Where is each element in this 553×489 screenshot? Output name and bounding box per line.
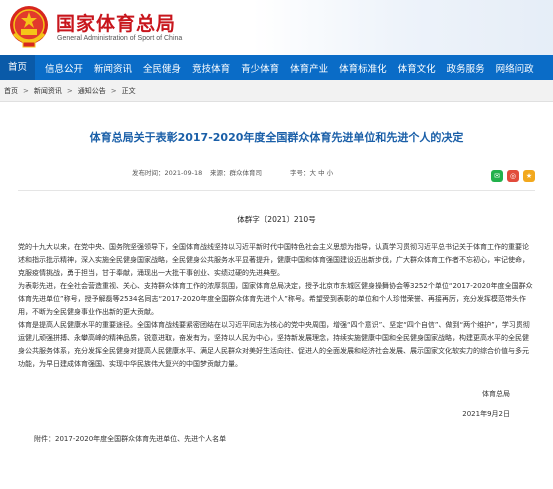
document-number: 体群字〔2021〕210号	[237, 215, 316, 224]
breadcrumb-notices[interactable]: 通知公告	[78, 86, 106, 96]
nav-item-sports-culture[interactable]: 体育文化	[398, 61, 436, 75]
article-paragraph: 党的十九大以来，在党中央、国务院坚强领导下，全国体育战线坚持以习近平新时代中国特…	[18, 243, 529, 277]
breadcrumb-current: 正文	[121, 86, 136, 95]
breadcrumb-separator: >	[23, 86, 29, 95]
wechat-icon[interactable]: ✉	[491, 170, 503, 182]
meta-divider	[18, 190, 535, 191]
signature: 体育总局	[482, 390, 510, 398]
site-header: 国家体育总局 General Administration of Sport o…	[0, 0, 553, 55]
sign-date: 2021年9月2日	[462, 410, 510, 418]
nav-item-sports-industry[interactable]: 体育产业	[290, 61, 328, 75]
breadcrumb-news[interactable]: 新闻资讯	[34, 86, 62, 96]
main-nav: 首页 信息公开 新闻资讯 全民健身 竞技体育 青少体育 体育产业 体育标准化 体…	[0, 55, 553, 80]
site-title[interactable]: 国家体育总局	[56, 9, 176, 36]
favorite-icon[interactable]: ★	[523, 170, 535, 182]
site-subtitle: General Administration of Sport of China	[57, 35, 183, 42]
attachment-link[interactable]: 附件：2017-2020年度全国群众体育先进单位、先进个人名单	[34, 434, 226, 444]
nav-item-standardization[interactable]: 体育标准化	[339, 61, 387, 75]
breadcrumb-home[interactable]: 首页	[4, 86, 18, 96]
nav-item-home[interactable]: 首页	[0, 55, 36, 80]
breadcrumb-separator: >	[110, 86, 117, 95]
header-background	[253, 0, 553, 55]
article-source: 来源：群众体育司	[210, 169, 262, 177]
publish-date: 发布时间：2021-09-18	[132, 169, 203, 177]
weibo-icon[interactable]: ◎	[507, 170, 519, 182]
font-size-selector[interactable]: 字号：大 中 小	[290, 167, 333, 177]
signature-block: 体育总局 2021年9月2日	[462, 389, 510, 419]
article-body: 党的十九大以来，在党中央、国务院坚强领导下，全国体育战线坚持以习近平新时代中国特…	[18, 241, 535, 371]
article-paragraph: 为表彰先进，在全社会营造重视、关心、支持群众体育工作的浓厚氛围，国家体育总局决定…	[18, 282, 533, 316]
nav-item-competitive-sports[interactable]: 竞技体育	[192, 61, 230, 75]
nav-item-news[interactable]: 新闻资讯	[94, 61, 132, 75]
nav-item-online-inquiry[interactable]: 网络问政	[496, 61, 534, 75]
breadcrumb-separator: >	[66, 86, 73, 95]
share-bar: ✉ ◎ ★	[491, 170, 535, 182]
nav-item-gov-services[interactable]: 政务服务	[447, 61, 485, 75]
article-paragraph: 体育是提高人民健康水平的重要途径。全国体育战线要紧密团结在以习近平同志为核心的党…	[18, 321, 530, 368]
breadcrumb: 首页 > 新闻资讯 > 通知公告 > 正文	[0, 80, 553, 102]
nav-item-national-fitness[interactable]: 全民健身	[143, 61, 181, 75]
nav-item-youth-sports[interactable]: 青少体育	[241, 61, 279, 75]
article: 体育总局关于表彰2017-2020年度全国群众体育先进单位和先进个人的决定 发布…	[18, 113, 535, 443]
nav-item-info-disclosure[interactable]: 信息公开	[45, 61, 83, 75]
article-title: 体育总局关于表彰2017-2020年度全国群众体育先进单位和先进个人的决定	[89, 131, 464, 144]
national-emblem-icon	[10, 6, 48, 48]
